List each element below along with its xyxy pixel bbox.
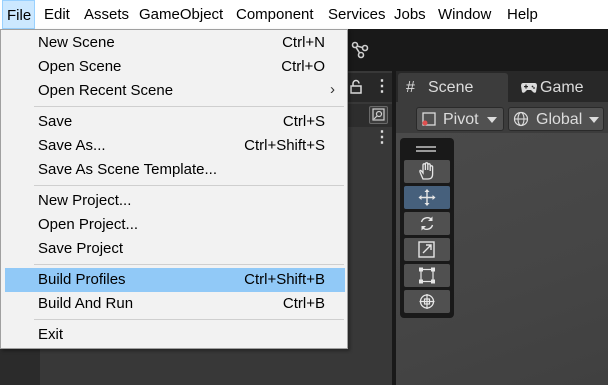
menu-item-label: Open Recent Scene (38, 82, 174, 99)
global-dropdown-label: Global (536, 111, 583, 128)
rotate-tool-icon[interactable] (404, 212, 450, 235)
menu-item-save-as[interactable]: Save As... Ctrl+Shift+S (5, 134, 345, 158)
menu-item-label: Open Scene (38, 58, 122, 75)
pivot-icon (422, 112, 436, 126)
menu-separator (34, 319, 344, 320)
menu-item-label: Build And Run (38, 295, 134, 312)
tab-scene-label: Scene (428, 79, 474, 96)
menu-help[interactable]: Help (507, 0, 538, 29)
menu-item-save-project[interactable]: Save Project (5, 237, 345, 261)
menu-item-new-project[interactable]: New Project... (5, 189, 345, 213)
menu-item-shortcut: Ctrl+S (282, 113, 325, 130)
hand-tool-icon[interactable] (404, 160, 450, 183)
menu-item-build-and-run[interactable]: Build And Run Ctrl+B (5, 292, 345, 316)
chevron-down-icon (487, 117, 497, 123)
menu-item-shortcut: Ctrl+N (282, 34, 325, 51)
move-tool-icon[interactable] (404, 186, 450, 209)
tab-scene[interactable]: # Scene (398, 73, 508, 102)
menu-separator (34, 264, 344, 265)
menu-services[interactable]: Services (328, 0, 386, 29)
menu-item-label: Open Project... (38, 216, 139, 233)
menu-item-open-recent-scene[interactable]: Open Recent Scene › (5, 79, 345, 103)
menubar: File Edit Assets GameObject Component Se… (0, 0, 608, 29)
global-dropdown[interactable]: Global (508, 107, 604, 131)
menu-item-save[interactable]: Save Ctrl+S (5, 110, 345, 134)
menu-item-label: Save As Scene Template... (38, 161, 217, 178)
hierarchy-panel (346, 127, 392, 385)
panel-background (0, 345, 40, 385)
chevron-down-icon (589, 117, 599, 123)
menu-gameobject[interactable]: GameObject (139, 0, 223, 29)
lock-icon[interactable] (349, 79, 363, 95)
menu-item-label: New Project... (38, 192, 132, 209)
menu-component[interactable]: Component (236, 0, 314, 29)
drag-handle[interactable] (416, 150, 436, 152)
menu-item-label: Save As... (38, 137, 106, 154)
menu-window[interactable]: Window (438, 0, 491, 29)
menu-item-build-profiles[interactable]: Build Profiles Ctrl+Shift+B (5, 268, 345, 292)
tab-game-label: Game (540, 79, 584, 96)
chevron-right-icon: › (330, 81, 335, 98)
menu-jobs[interactable]: Jobs (394, 0, 426, 29)
file-menu: New Scene Ctrl+N Open Scene Ctrl+O Open … (0, 29, 348, 349)
menu-item-new-scene[interactable]: New Scene Ctrl+N (5, 31, 345, 55)
menu-item-open-scene[interactable]: Open Scene Ctrl+O (5, 55, 345, 79)
menu-item-save-as-scene-template[interactable]: Save As Scene Template... (5, 158, 345, 182)
scale-tool-icon[interactable] (404, 238, 450, 261)
menu-separator (34, 106, 344, 107)
menu-item-label: Build Profiles (38, 271, 126, 288)
menu-item-label: New Scene (38, 34, 115, 51)
menu-item-shortcut: Ctrl+Shift+B (244, 271, 325, 288)
globe-icon (513, 111, 529, 127)
search-icon[interactable] (369, 106, 388, 124)
rect-tool-icon[interactable] (404, 264, 450, 287)
menu-edit[interactable]: Edit (44, 0, 70, 29)
grid-icon: # (406, 79, 415, 96)
pivot-dropdown[interactable]: Pivot (416, 107, 504, 131)
menu-item-label: Exit (38, 326, 64, 343)
gamepad-icon (521, 83, 537, 93)
menu-item-shortcut: Ctrl+O (281, 58, 325, 75)
menu-item-label: Save (38, 113, 73, 130)
menu-item-exit[interactable]: Exit (5, 323, 345, 347)
menu-item-shortcut: Ctrl+Shift+S (244, 137, 325, 154)
menu-assets[interactable]: Assets (84, 0, 129, 29)
transform-tool-icon[interactable] (404, 290, 450, 313)
menu-item-open-project[interactable]: Open Project... (5, 213, 345, 237)
version-control-icon[interactable] (350, 40, 370, 60)
tab-game[interactable]: Game (512, 73, 608, 102)
pivot-dropdown-label: Pivot (443, 111, 479, 128)
kebab-menu-icon[interactable]: ⋮ (374, 78, 390, 96)
menu-item-shortcut: Ctrl+B (282, 295, 325, 312)
drag-handle[interactable] (416, 146, 436, 148)
menu-separator (34, 185, 344, 186)
kebab-menu-icon[interactable]: ⋮ (374, 129, 390, 147)
menu-item-label: Save Project (38, 240, 124, 257)
menu-file[interactable]: File (2, 0, 35, 29)
